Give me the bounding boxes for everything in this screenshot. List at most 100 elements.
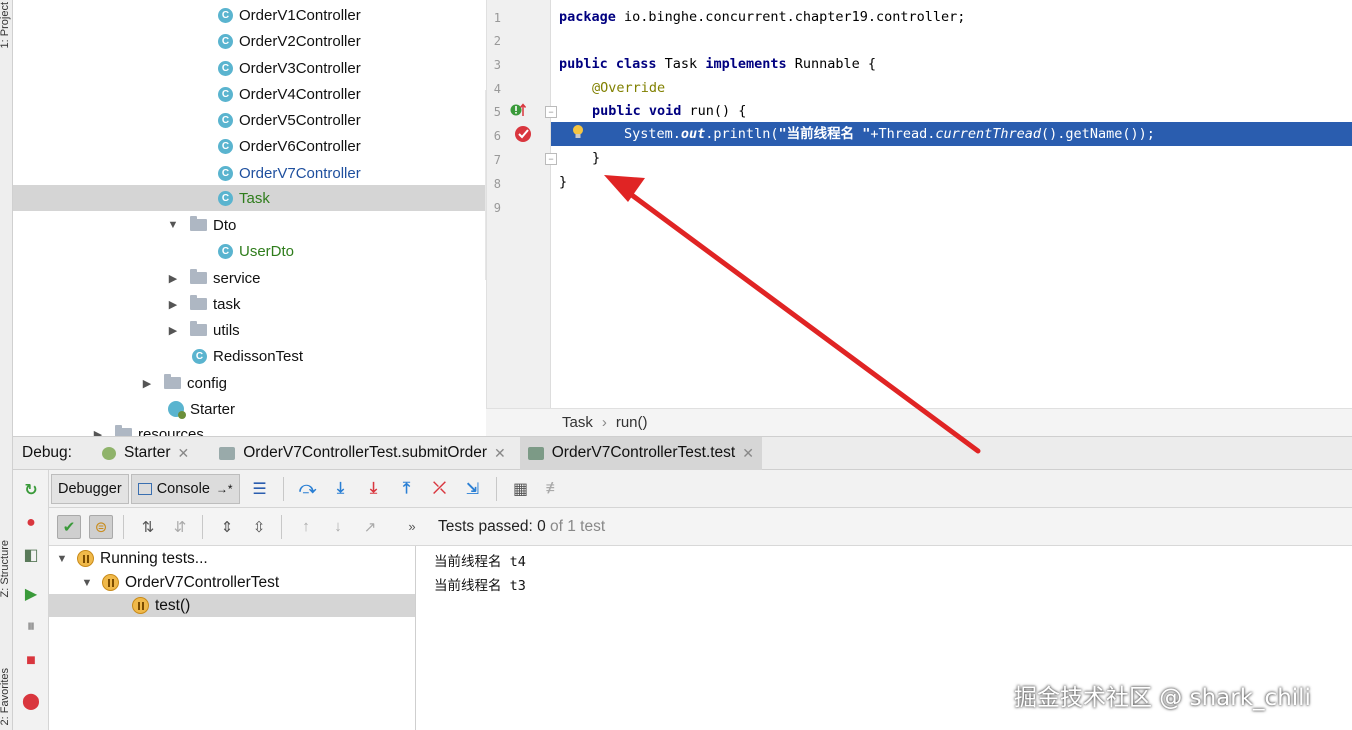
- code-line-7: }: [592, 150, 601, 166]
- chevron-right-icon[interactable]: ▶: [166, 272, 180, 285]
- chevron-down-icon[interactable]: ▼: [80, 577, 94, 589]
- test-node-class[interactable]: ▼ OrderV7ControllerTest: [49, 571, 415, 594]
- export-results-icon[interactable]: ↗: [358, 515, 382, 539]
- class-icon: C: [218, 190, 233, 206]
- lightbulb-icon[interactable]: [572, 124, 584, 140]
- line-number: 5: [493, 105, 501, 119]
- tests-status: Tests passed: 0 of 1 test: [438, 517, 606, 535]
- sort-alphabetically-icon[interactable]: ⇅: [136, 515, 160, 539]
- chevron-right-icon[interactable]: ▶: [91, 428, 105, 437]
- line-number: 2: [493, 34, 501, 48]
- spring-icon: [101, 446, 116, 460]
- tree-item-userdto[interactable]: C UserDto: [218, 238, 294, 264]
- tree-item-service[interactable]: ▶ service: [166, 265, 261, 291]
- breadcrumb-class[interactable]: Task: [562, 414, 593, 431]
- expand-all-icon[interactable]: ⇕: [215, 515, 239, 539]
- tree-item-orderv5[interactable]: C OrderV5Controller: [218, 107, 361, 133]
- next-failed-icon[interactable]: ↓: [326, 515, 350, 539]
- breadcrumb-method[interactable]: run(): [616, 414, 648, 431]
- trace-icon[interactable]: ≢: [541, 476, 567, 502]
- test-icon: [527, 446, 544, 460]
- project-tree: C OrderV1Controller C OrderV2Controller CO…: [13, 0, 486, 436]
- chevron-right-icon[interactable]: ▶: [140, 377, 154, 390]
- previous-failed-icon[interactable]: ↑: [294, 515, 318, 539]
- line-number: 1: [493, 11, 501, 25]
- pause-program-icon[interactable]: ⏸: [22, 618, 40, 636]
- debug-tab-submitorder[interactable]: OrderV7ControllerTest.submitOrder ✕: [211, 437, 514, 470]
- project-side-tab[interactable]: 1: Project: [0, 2, 11, 48]
- breakpoint-icon[interactable]: [515, 126, 531, 142]
- step-over-icon[interactable]: ⤼: [295, 476, 321, 502]
- toolbar-separator: [282, 476, 284, 501]
- tree-item-orderv3[interactable]: C OrderV3Controller: [218, 55, 361, 81]
- tree-item-resources[interactable]: ▶ resources: [91, 421, 204, 436]
- evaluate-expression-icon[interactable]: ▦: [508, 476, 534, 502]
- toolbar-separator: [495, 476, 497, 501]
- structure-side-tab[interactable]: Z: Structure: [0, 540, 11, 597]
- tree-item-orderv1[interactable]: C OrderV1Controller: [218, 2, 361, 28]
- tree-item-orderv4[interactable]: C OrderV4Controller: [218, 81, 361, 107]
- chevron-down-icon[interactable]: ▼: [55, 553, 69, 565]
- debug-actions-column: ↻ ● ◧ ▶ ⏸ ■ ⬤: [13, 470, 49, 730]
- fold-marker[interactable]: −: [545, 153, 557, 165]
- spring-boot-class-icon: [168, 401, 186, 419]
- debugger-tab[interactable]: Debugger: [51, 473, 129, 504]
- folder-icon: [164, 374, 181, 389]
- debug-tab-test[interactable]: OrderV7ControllerTest.test ✕: [519, 436, 762, 470]
- console-icon: [137, 482, 152, 495]
- chevron-right-icon[interactable]: ▶: [166, 298, 180, 311]
- resume-program-icon[interactable]: ▶: [22, 585, 40, 603]
- tree-item-task[interactable]: C Task: [13, 185, 485, 211]
- show-ignored-icon[interactable]: ⊜: [89, 514, 113, 539]
- tree-item-utils[interactable]: ▶ utils: [166, 317, 240, 343]
- editor-gutter[interactable]: 1 2 3 4 5 6 7 8 9 − −: [487, 0, 557, 408]
- code-editor[interactable]: 1 2 3 4 5 6 7 8 9 − − package io.binghe.…: [486, 0, 1352, 408]
- collapse-all-icon[interactable]: ⇳: [247, 515, 271, 539]
- rerun-icon[interactable]: ↻: [22, 481, 40, 499]
- step-out-icon[interactable]: ⤒: [394, 476, 420, 502]
- tree-item-task-folder[interactable]: ▶ task: [166, 291, 241, 317]
- toggle-auto-test-icon[interactable]: ◧: [22, 546, 40, 564]
- favorites-side-tab[interactable]: 2: Favorites: [0, 668, 11, 725]
- tree-item-orderv2[interactable]: C OrderV2Controller: [218, 28, 361, 54]
- console-tab[interactable]: Console →*: [130, 473, 240, 504]
- line-number: 9: [493, 201, 501, 215]
- class-icon: C: [192, 348, 207, 364]
- class-icon: C: [218, 7, 233, 23]
- close-icon[interactable]: ✕: [742, 445, 754, 462]
- test-node-root[interactable]: ▼ Running tests...: [49, 547, 415, 570]
- chevron-right-icon[interactable]: ▶: [166, 324, 180, 337]
- tree-item-config[interactable]: ▶ config: [140, 370, 227, 396]
- toolbar-separator: [281, 514, 282, 539]
- tree-item-redissontest[interactable]: C RedissonTest: [192, 343, 303, 369]
- drop-frame-icon[interactable]: ⤫: [427, 476, 453, 502]
- left-tool-strip: 1: Project Z: Structure 2: Favorites: [0, 0, 13, 730]
- stop-icon[interactable]: ■: [22, 652, 40, 670]
- overrides-method-icon[interactable]: [510, 103, 526, 117]
- chevron-down-icon[interactable]: ▼: [166, 219, 180, 231]
- step-into-icon[interactable]: ⤓: [328, 476, 354, 502]
- tree-item-starter[interactable]: Starter: [168, 396, 235, 422]
- test-node-method[interactable]: test(): [49, 594, 415, 617]
- rerun-failed-icon[interactable]: ●: [22, 514, 40, 532]
- class-icon: C: [218, 60, 233, 76]
- sort-by-duration-icon[interactable]: ⇵: [168, 515, 192, 539]
- debug-tab-starter[interactable]: Starter ✕: [94, 437, 197, 470]
- force-step-into-icon[interactable]: ⤓: [361, 476, 387, 502]
- tree-item-dto[interactable]: ▼ Dto: [166, 212, 236, 238]
- view-breakpoints-icon[interactable]: ⬤: [22, 692, 40, 710]
- line-number: 8: [493, 177, 501, 191]
- fold-marker[interactable]: −: [545, 106, 557, 118]
- more-icon[interactable]: »: [400, 515, 424, 539]
- debug-tabs-bar: Debug: Starter ✕ OrderV7ControllerTest.s…: [13, 436, 1352, 470]
- code-line-8: }: [559, 174, 568, 190]
- close-icon[interactable]: ✕: [494, 445, 506, 462]
- tree-item-orderv7[interactable]: C OrderV7Controller: [218, 160, 361, 186]
- show-passed-icon[interactable]: ✔: [57, 514, 81, 539]
- tree-item-orderv6[interactable]: C OrderV6Controller: [218, 133, 361, 159]
- run-to-cursor-icon[interactable]: ⇲: [460, 476, 486, 502]
- test-running-icon: [102, 574, 119, 591]
- close-icon[interactable]: ✕: [178, 445, 190, 462]
- folder-icon: [190, 295, 207, 310]
- show-execution-point-icon[interactable]: ☰: [247, 476, 273, 502]
